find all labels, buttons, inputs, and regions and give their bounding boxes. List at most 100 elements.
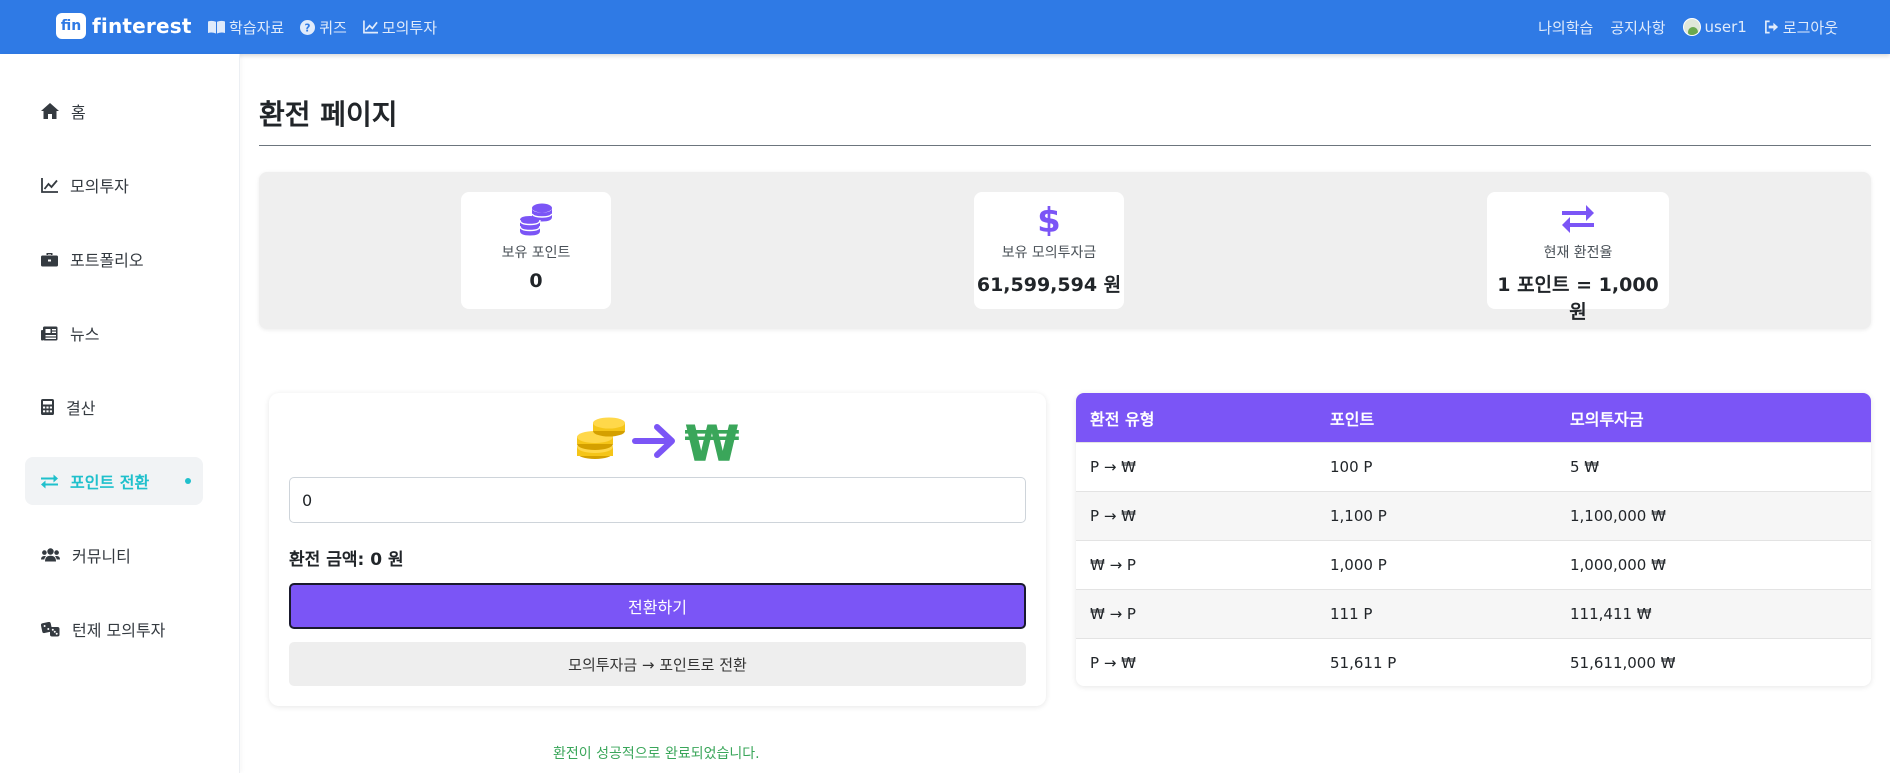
table-row: ₩ → P 1,000 P 1,000,000 ₩ [1076,540,1871,589]
sidebar-item-portfolio[interactable]: 포트폴리오 [25,235,203,283]
cell-type: P → ₩ [1090,654,1136,672]
avatar [1682,18,1701,36]
nav-link-label: 공지사항 [1610,18,1666,37]
table-row: P → ₩ 1,100 P 1,100,000 ₩ [1076,491,1871,540]
sign-out-icon [1764,20,1778,34]
cell-points: 51,611 P [1330,654,1397,672]
coins-icon [519,203,553,236]
cell-funds: 1,100,000 ₩ [1570,507,1666,525]
users-icon [41,548,60,562]
page-title: 환전 페이지 [259,98,398,131]
username: user1 [1704,18,1747,36]
exchange-history-table: 환전 유형 포인트 모의투자금 P → ₩ 100 P 5 ₩ P → ₩ 1,… [1076,393,1871,686]
sidebar-item-mock-invest[interactable]: 모의투자 [25,161,203,209]
nav-link-label: 퀴즈 [319,18,347,37]
nav-link-mock-invest[interactable]: 모의투자 [362,17,438,38]
column-header-type: 환전 유형 [1090,409,1155,429]
cell-points: 1,100 P [1330,507,1387,525]
top-navbar: fin finterest 학습자료 ? 퀴즈 모의투자 나의학습 공지사항 u… [0,0,1890,54]
sidebar: 홈 모의투자 포트폴리오 뉴스 결산 포인트 전환 커뮤니티 턴제 모의투자 [0,54,240,773]
cell-type: ₩ → P [1090,556,1136,574]
cell-funds: 51,611,000 ₩ [1570,654,1676,672]
cell-funds: 111,411 ₩ [1570,605,1652,623]
sidebar-item-news[interactable]: 뉴스 [25,309,203,357]
points-to-won-illustration: ₩ [577,415,740,471]
table-row: P → ₩ 51,611 P 51,611,000 ₩ [1076,638,1871,686]
svg-text:₩: ₩ [684,415,739,471]
sidebar-item-label: 뉴스 [70,325,100,344]
cell-funds: 1,000,000 ₩ [1570,556,1666,574]
table-row: P → ₩ 100 P 5 ₩ [1076,442,1871,491]
cell-points: 100 P [1330,458,1373,476]
logo-mark: fin [56,13,86,39]
column-header-points: 포인트 [1330,409,1375,429]
calculator-icon [41,399,54,415]
stat-label: 현재 환전율 [1543,245,1613,261]
cell-funds: 5 ₩ [1570,458,1600,476]
table-row: ₩ → P 111 P 111,411 ₩ [1076,589,1871,638]
sidebar-item-label: 포인트 전환 [70,473,150,492]
nav-user-menu[interactable]: user1 [1682,18,1747,36]
newspaper-icon [41,326,58,340]
title-divider [259,145,1871,146]
nav-link-label: 나의학습 [1538,18,1594,37]
exchange-amount-text: 환전 금액: 0 원 [289,550,404,570]
brand-name: finterest [92,14,192,38]
brand-logo-link[interactable]: fin finterest [56,12,192,40]
briefcase-icon [41,252,58,266]
table-header-row: 환전 유형 포인트 모의투자금 [1076,393,1871,442]
sidebar-item-home[interactable]: 홈 [25,87,203,135]
cell-type: ₩ → P [1090,605,1136,623]
column-header-funds: 모의투자금 [1570,409,1644,429]
stat-value-rate: 1 포인트 = 1,000 원 [1497,274,1659,323]
sidebar-item-label: 커뮤니티 [72,547,131,566]
success-message: 환전이 성공적으로 완료되었습니다. [553,746,760,762]
cell-points: 111 P [1330,605,1373,623]
sidebar-item-turn-invest[interactable]: 턴제 모의투자 [25,605,203,653]
nav-link-label: 로그아웃 [1782,18,1838,37]
book-icon [208,20,225,34]
arrow-right-icon [632,424,675,458]
chart-line-icon [41,177,58,193]
funds-to-points-button[interactable]: 모의투자금 → 포인트로 전환 [289,642,1026,686]
dice-icon [41,621,60,636]
nav-link-my-learning[interactable]: 나의학습 [1538,17,1593,38]
sidebar-item-community[interactable]: 커뮤니티 [25,531,203,579]
sidebar-item-label: 포트폴리오 [70,251,144,270]
sidebar-item-label: 결산 [66,399,96,418]
exchange-icon [41,474,58,488]
sidebar-item-label: 홈 [71,103,86,122]
nav-link-study[interactable]: 학습자료 [208,17,284,38]
nav-link-quiz[interactable]: ? 퀴즈 [300,17,347,38]
chart-line-icon [362,20,378,34]
nav-link-label: 학습자료 [229,18,285,37]
nav-link-notice[interactable]: 공지사항 [1610,17,1665,38]
stat-label: 보유 모의투자금 [1001,245,1097,261]
stat-card-funds: $ 보유 모의투자금 61,599,594 원 [974,192,1124,309]
convert-button[interactable]: 전환하기 [289,583,1026,629]
svg-text:$: $ [1038,202,1060,236]
sidebar-item-settlement[interactable]: 결산 [25,383,203,431]
logout-link[interactable]: 로그아웃 [1764,17,1838,38]
nav-right-links: 나의학습 공지사항 user1 로그아웃 [1538,0,1838,54]
exchange-form-card: ₩ 환전 금액: 0 원 전환하기 모의투자금 → 포인트로 전환 [269,393,1046,706]
home-icon [41,103,59,119]
cell-type: P → ₩ [1090,507,1136,525]
nav-link-label: 모의투자 [381,18,438,37]
gold-coins-icon [577,417,625,459]
svg-text:?: ? [305,22,311,34]
won-sign-icon: ₩ [684,415,739,471]
dollar-icon: $ [1038,202,1060,236]
sidebar-item-point-exchange[interactable]: 포인트 전환 [25,457,203,505]
stat-card-points: 보유 포인트 0 [461,192,611,309]
point-amount-input[interactable] [289,477,1026,523]
cell-points: 1,000 P [1330,556,1387,574]
stat-value-funds: 61,599,594 원 [976,274,1122,296]
stat-value-points: 0 [529,270,543,292]
nav-left-links: 학습자료 ? 퀴즈 모의투자 [208,0,437,54]
stat-label: 보유 포인트 [501,245,571,261]
active-indicator-dot [185,478,191,484]
sidebar-item-label: 턴제 모의투자 [72,621,166,640]
stats-panel: 보유 포인트 0 $ 보유 모의투자금 61,599,594 원 현재 환전율 … [259,172,1871,329]
question-circle-icon: ? [300,19,316,35]
